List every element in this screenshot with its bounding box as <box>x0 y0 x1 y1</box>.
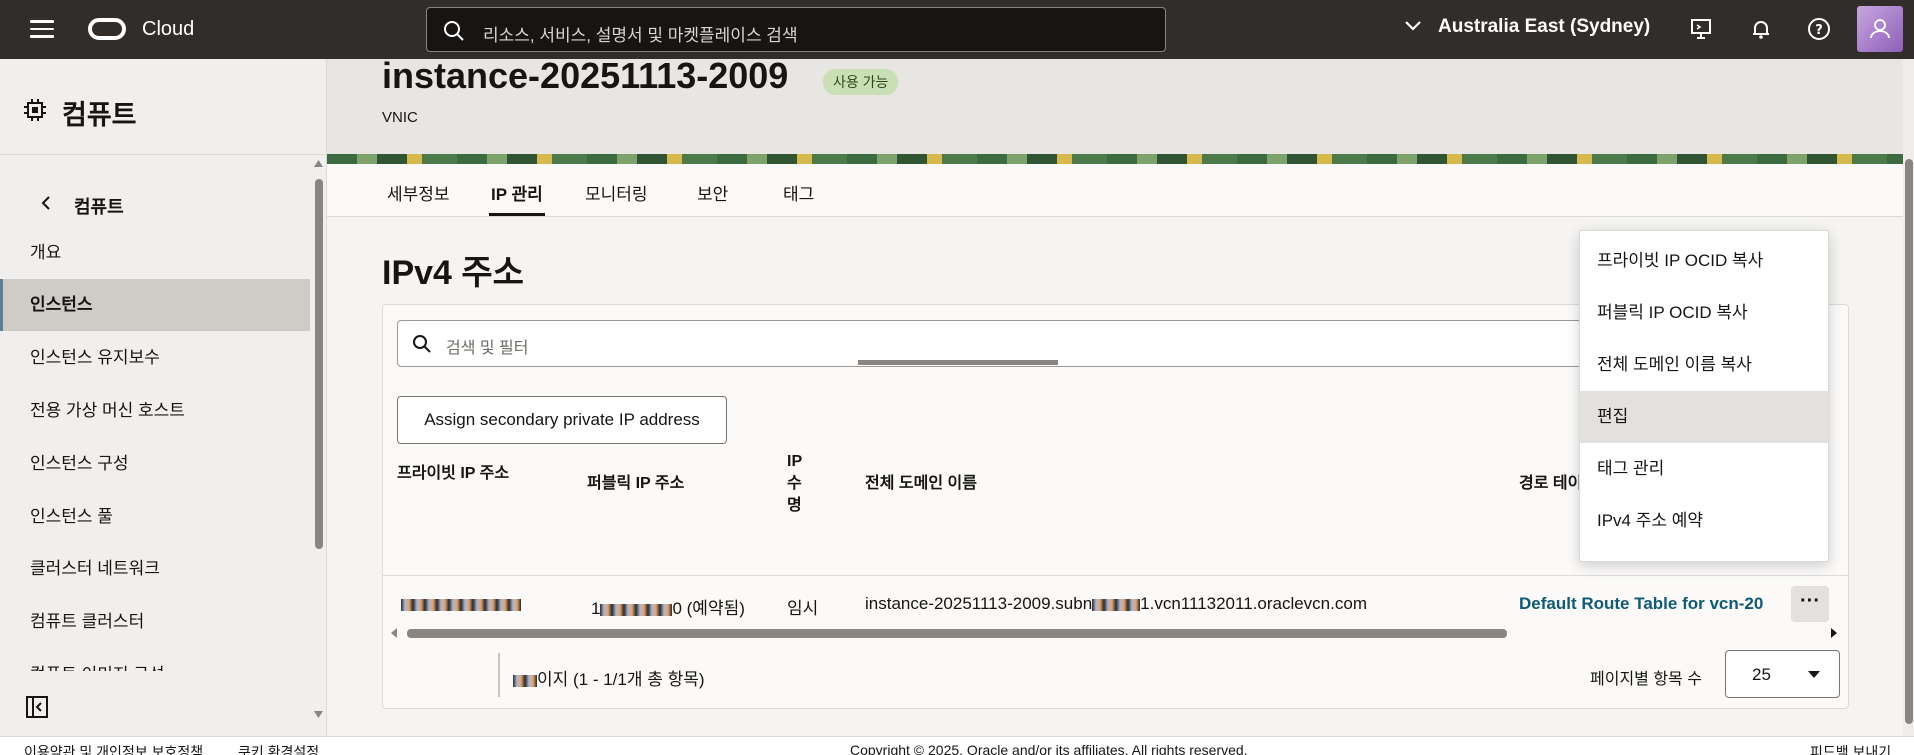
sidebar-back-label: 컴퓨트 <box>74 197 124 217</box>
menu-item-edit[interactable]: 편집 <box>1580 391 1828 443</box>
table-row[interactable]: 1 0 (예약됨) 임시 instance-20251113-2009.subn 1… <box>383 575 1848 627</box>
tab-monitoring[interactable]: 모니터링 <box>585 180 648 205</box>
column-header-public-ip[interactable]: 퍼블릭 IP 주소 <box>587 473 684 495</box>
menu-item-manage-tags[interactable]: 태그 관리 <box>1580 443 1828 495</box>
menu-item-copy-public-ip-ocid[interactable]: 퍼블릭 IP OCID 복사 <box>1580 287 1828 339</box>
tab-bar: 세부정보 IP 관리 모니터링 보안 태그 <box>327 164 1903 217</box>
filter-progress-bar <box>858 360 1058 365</box>
tab-security[interactable]: 보안 <box>697 180 728 205</box>
menu-item-copy-fqdn[interactable]: 전체 도메인 이름 복사 <box>1580 339 1828 391</box>
tab-tags[interactable]: 태그 <box>783 180 814 205</box>
chevron-down-icon <box>1405 21 1421 31</box>
header-banner-image <box>327 154 1903 164</box>
oracle-logo-icon[interactable] <box>88 18 126 40</box>
compute-chip-icon <box>24 99 46 121</box>
sidebar-item-instance-configurations[interactable]: 인스턴스 구성 <box>0 438 310 490</box>
sidebar-item-overview[interactable]: 개요 <box>0 227 310 279</box>
pager-divider <box>498 653 500 697</box>
column-header-ip-lifetime[interactable]: IP 수명 <box>787 451 807 517</box>
chevron-left-icon <box>41 196 50 210</box>
scroll-right-icon[interactable] <box>1829 627 1839 639</box>
page-title: instance-20251113-2009 <box>382 59 789 96</box>
menu-item-reserve-ipv4[interactable]: IPv4 주소 예약 <box>1580 495 1828 547</box>
table-horizontal-scrollbar[interactable] <box>389 627 1844 639</box>
global-search-input[interactable]: 리소스, 서비스, 설명서 및 마켓플레이스 검색 <box>426 7 1166 52</box>
cloud-shell-icon[interactable] <box>1689 17 1713 41</box>
scroll-down-icon[interactable] <box>313 709 324 719</box>
sidebar-item-image-config[interactable]: 컴퓨트 이미지 구성 <box>0 649 310 671</box>
pager-text: 이지 (1 - 1/1개 총 항목) <box>537 670 705 689</box>
status-badge: 사용 가능 <box>823 69 899 95</box>
footer-terms-link[interactable]: 이용약관 및 개인정보 보호정책 <box>24 742 203 755</box>
svg-text:?: ? <box>1815 23 1823 38</box>
search-filter-input[interactable]: 검색 및 필터 <box>397 320 1647 367</box>
sidebar-item-instances[interactable]: 인스턴스 <box>0 279 310 331</box>
column-header-private-ip[interactable]: 프라이빗 IP 주소 <box>397 463 517 485</box>
search-icon <box>413 335 431 353</box>
scroll-up-icon[interactable] <box>313 159 324 169</box>
fqdn-cell: instance-20251113-2009.subn 1.vcn11132011… <box>865 594 1367 614</box>
sidebar-item-instance-maintenance[interactable]: 인스턴스 유지보수 <box>0 332 310 384</box>
sidebar-item-compute-clusters[interactable]: 컴퓨트 클러스터 <box>0 596 310 648</box>
top-navigation-bar: Cloud 리소스, 서비스, 설명서 및 마켓플레이스 검색 Australi… <box>0 0 1914 59</box>
user-avatar[interactable] <box>1857 6 1903 52</box>
row-actions-more-button[interactable]: ··· <box>1791 586 1829 622</box>
scroll-left-icon[interactable] <box>389 627 399 639</box>
sidebar-scroll-thumb[interactable] <box>315 179 323 549</box>
footer-copyright: Copyright © 2025, Oracle and/or its affi… <box>850 742 1248 755</box>
fqdn-suffix: 1.vcn11132011.oraclevcn.com <box>1140 594 1367 613</box>
filter-placeholder: 검색 및 필터 <box>446 340 529 357</box>
per-page-value: 25 <box>1752 665 1771 684</box>
footer-cookie-link[interactable]: 쿠키 환경설정 <box>238 742 319 755</box>
collapse-sidebar-icon[interactable] <box>26 696 48 718</box>
footer-feedback-link[interactable]: 피드백 보내기 <box>1810 742 1891 755</box>
active-tab-indicator <box>489 213 545 216</box>
private-ip-cell-redacted <box>401 594 521 614</box>
main-scroll-thumb[interactable] <box>1905 159 1913 724</box>
pager-summary: 이지 (1 - 1/1개 총 항목) <box>513 665 705 690</box>
ip-lifetime-cell: 임시 <box>787 599 819 618</box>
section-title: IPv4 주소 <box>382 254 524 292</box>
caret-down-icon <box>1808 671 1820 678</box>
main-scrollbar[interactable] <box>1903 59 1914 736</box>
public-ip-suffix: 0 (예약됨) <box>672 599 745 618</box>
region-selector[interactable]: Australia East (Sydney) <box>1404 16 1650 38</box>
public-ip-cell: 1 0 (예약됨) <box>591 594 745 619</box>
sidebar-scrollbar[interactable] <box>313 159 324 718</box>
brand-label[interactable]: Cloud <box>142 18 194 41</box>
sidebar-back-link[interactable]: 컴퓨트 <box>0 181 310 225</box>
page-subtitle: VNIC <box>382 109 418 126</box>
per-page-select[interactable]: 25 <box>1725 650 1840 698</box>
region-label: Australia East (Sydney) <box>1438 16 1651 37</box>
table-scroll-thumb[interactable] <box>407 629 1507 638</box>
sidebar-header: 컴퓨트 <box>0 59 326 155</box>
user-icon <box>1870 19 1890 39</box>
sidebar-item-instance-pools[interactable]: 인스턴스 풀 <box>0 491 310 543</box>
help-icon[interactable]: ? <box>1807 17 1831 41</box>
public-ip-prefix: 1 <box>591 599 601 618</box>
footer: 이용약관 및 개인정보 보호정책 쿠키 환경설정 Copyright © 202… <box>0 736 1914 755</box>
search-icon <box>444 21 464 41</box>
search-placeholder: 리소스, 서비스, 설명서 및 마켓플레이스 검색 <box>483 26 798 45</box>
notification-bell-icon[interactable] <box>1749 17 1773 41</box>
menu-item-copy-private-ip-ocid[interactable]: 프라이빗 IP OCID 복사 <box>1580 235 1828 287</box>
assign-secondary-ip-button[interactable]: Assign secondary private IP address <box>397 396 727 444</box>
fqdn-prefix: instance-20251113-2009.subn <box>865 594 1093 613</box>
sidebar-item-cluster-networks[interactable]: 클러스터 네트워크 <box>0 543 310 595</box>
sidebar-title: 컴퓨트 <box>62 100 137 130</box>
tab-ip-management[interactable]: IP 관리 <box>491 180 543 205</box>
sidebar-item-dedicated-vm-hosts[interactable]: 전용 가상 머신 호스트 <box>0 385 310 437</box>
per-page-label: 페이지별 항목 수 <box>1590 671 1702 688</box>
row-actions-menu: 프라이빗 IP OCID 복사 퍼블릭 IP OCID 복사 전체 도메인 이름… <box>1579 230 1829 562</box>
column-header-fqdn[interactable]: 전체 도메인 이름 <box>865 473 977 495</box>
sidebar: 컴퓨트 컴퓨트 개요 인스턴스 인스턴스 유지보수 전용 가상 머신 호스트 인… <box>0 59 327 736</box>
route-table-link[interactable]: Default Route Table for vcn-20 <box>1519 594 1769 614</box>
tab-details[interactable]: 세부정보 <box>387 180 450 205</box>
hamburger-menu-icon[interactable] <box>30 20 54 40</box>
page-header: instance-20251113-2009 사용 가능 VNIC <box>327 59 1903 154</box>
